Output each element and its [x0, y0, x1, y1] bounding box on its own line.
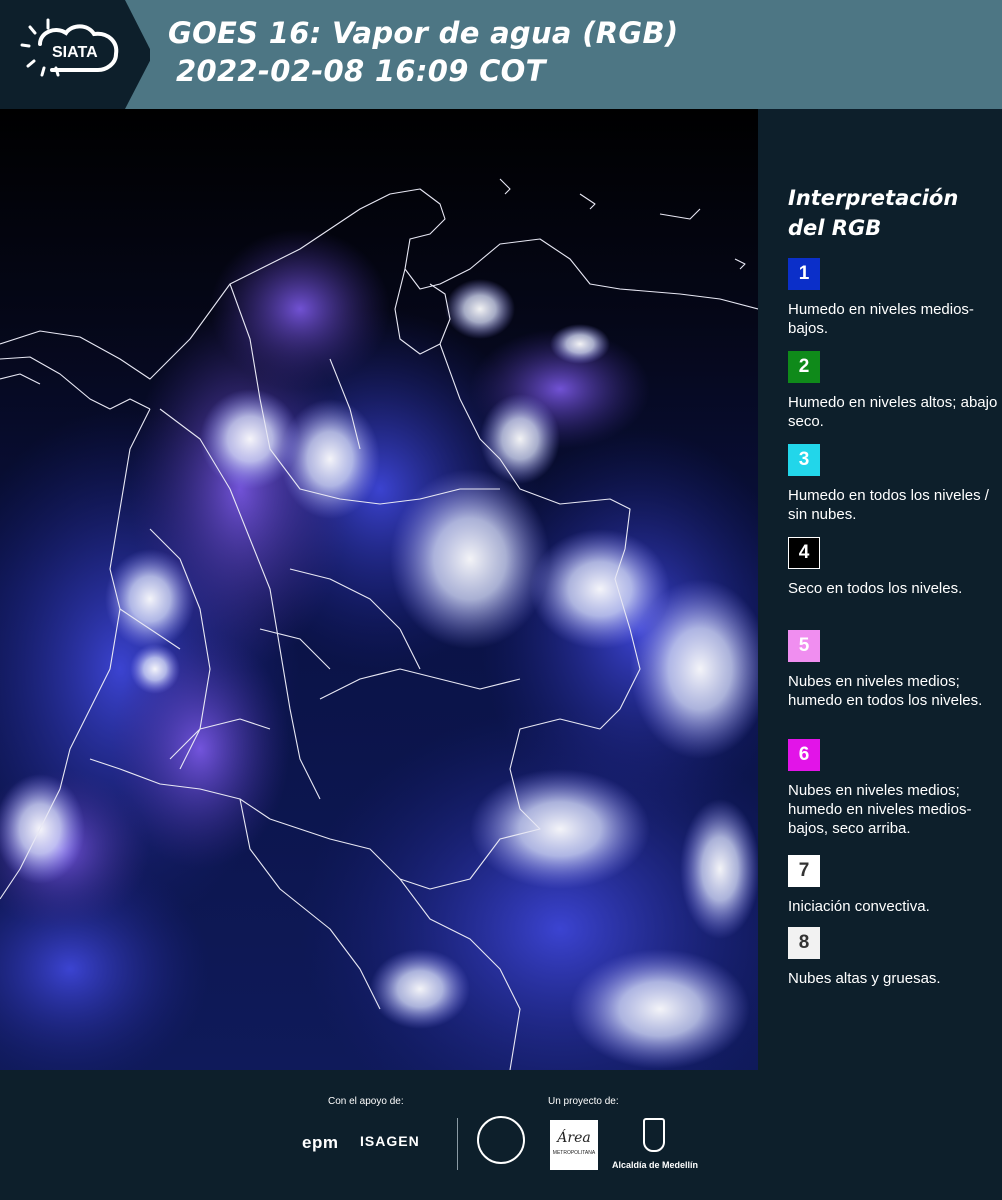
legend-swatch: 1 — [788, 258, 820, 290]
legend-item-text: Humedo en niveles medios-bajos. — [788, 301, 974, 337]
legend-swatch: 2 — [788, 351, 820, 383]
legend-item-text: Seco en todos los niveles. — [788, 580, 963, 597]
isagen-logo: ISAGEN — [360, 1133, 420, 1149]
legend-item-text: Nubes en niveles medios; humedo en todos… — [788, 673, 983, 709]
legend-item-text: Nubes en niveles medios; humedo en nivel… — [788, 782, 972, 837]
legend-swatch: 8 — [788, 927, 820, 959]
legend-item-text: Humedo en todos los niveles / sin nubes. — [788, 487, 989, 523]
legend-swatch: 4 — [788, 537, 820, 569]
amva-logo-text: Área — [557, 1130, 591, 1146]
water-vapor-image — [0, 109, 758, 1070]
legend-title-line-1: Interpretación — [788, 186, 959, 210]
legend-item: 7 Iniciación convectiva. — [788, 855, 998, 916]
siata-logo-text: SIATA — [52, 44, 98, 61]
footer: Con el apoyo de: Un proyecto de: epm ISA… — [0, 1070, 1002, 1200]
support-label: Con el apoyo de: — [328, 1096, 404, 1107]
amva-logo-subtext: METROPOLITANA — [552, 1150, 596, 1156]
university-seal-icon — [477, 1116, 525, 1164]
page-title: GOES 16: Vapor de agua (RGB) 2022-02-08 … — [168, 14, 678, 90]
legend-swatch: 5 — [788, 630, 820, 662]
legend-swatch: 3 — [788, 444, 820, 476]
title-line-2: 2022-02-08 16:09 COT — [176, 54, 546, 88]
project-label: Un proyecto de: — [548, 1096, 619, 1107]
legend-item: 5 Nubes en niveles medios; humedo en todo… — [788, 630, 998, 710]
legend-item-text: Humedo en niveles altos; abajo seco. — [788, 394, 998, 430]
legend-title: Interpretación del RGB — [788, 183, 958, 243]
legend-item: 4 Seco en todos los niveles. — [788, 537, 998, 598]
footer-divider — [457, 1118, 458, 1170]
legend-item: 8 Nubes altas y gruesas. — [788, 927, 998, 988]
legend-item: 2 Humedo en niveles altos; abajo seco. — [788, 351, 998, 431]
header-bar: SIATA GOES 16: Vapor de agua (RGB) 2022-… — [0, 0, 1002, 109]
legend-swatch: 6 — [788, 739, 820, 771]
alcaldia-logo-text: Alcaldía de Medellín — [612, 1160, 699, 1170]
legend-item-text: Nubes altas y gruesas. — [788, 970, 941, 987]
legend-panel: Interpretación del RGB 1 Humedo en nivele… — [758, 109, 1002, 1070]
legend-item: 1 Humedo en niveles medios-bajos. — [788, 258, 998, 338]
legend-item: 3 Humedo en todos los niveles / sin nubes… — [788, 444, 998, 524]
legend-swatch: 7 — [788, 855, 820, 887]
title-line-1: GOES 16: Vapor de agua (RGB) — [168, 16, 679, 50]
epm-logo: epm — [302, 1133, 339, 1152]
legend-item-text: Iniciación convectiva. — [788, 898, 930, 915]
alcaldia-shield-icon — [643, 1118, 665, 1152]
satellite-map — [0, 109, 758, 1070]
legend-title-line-2: del RGB — [788, 216, 882, 240]
siata-logo: SIATA — [0, 0, 150, 109]
area-metropolitana-logo: Área METROPOLITANA — [550, 1120, 598, 1170]
legend-item: 6 Nubes en niveles medios; humedo en nive… — [788, 739, 998, 838]
